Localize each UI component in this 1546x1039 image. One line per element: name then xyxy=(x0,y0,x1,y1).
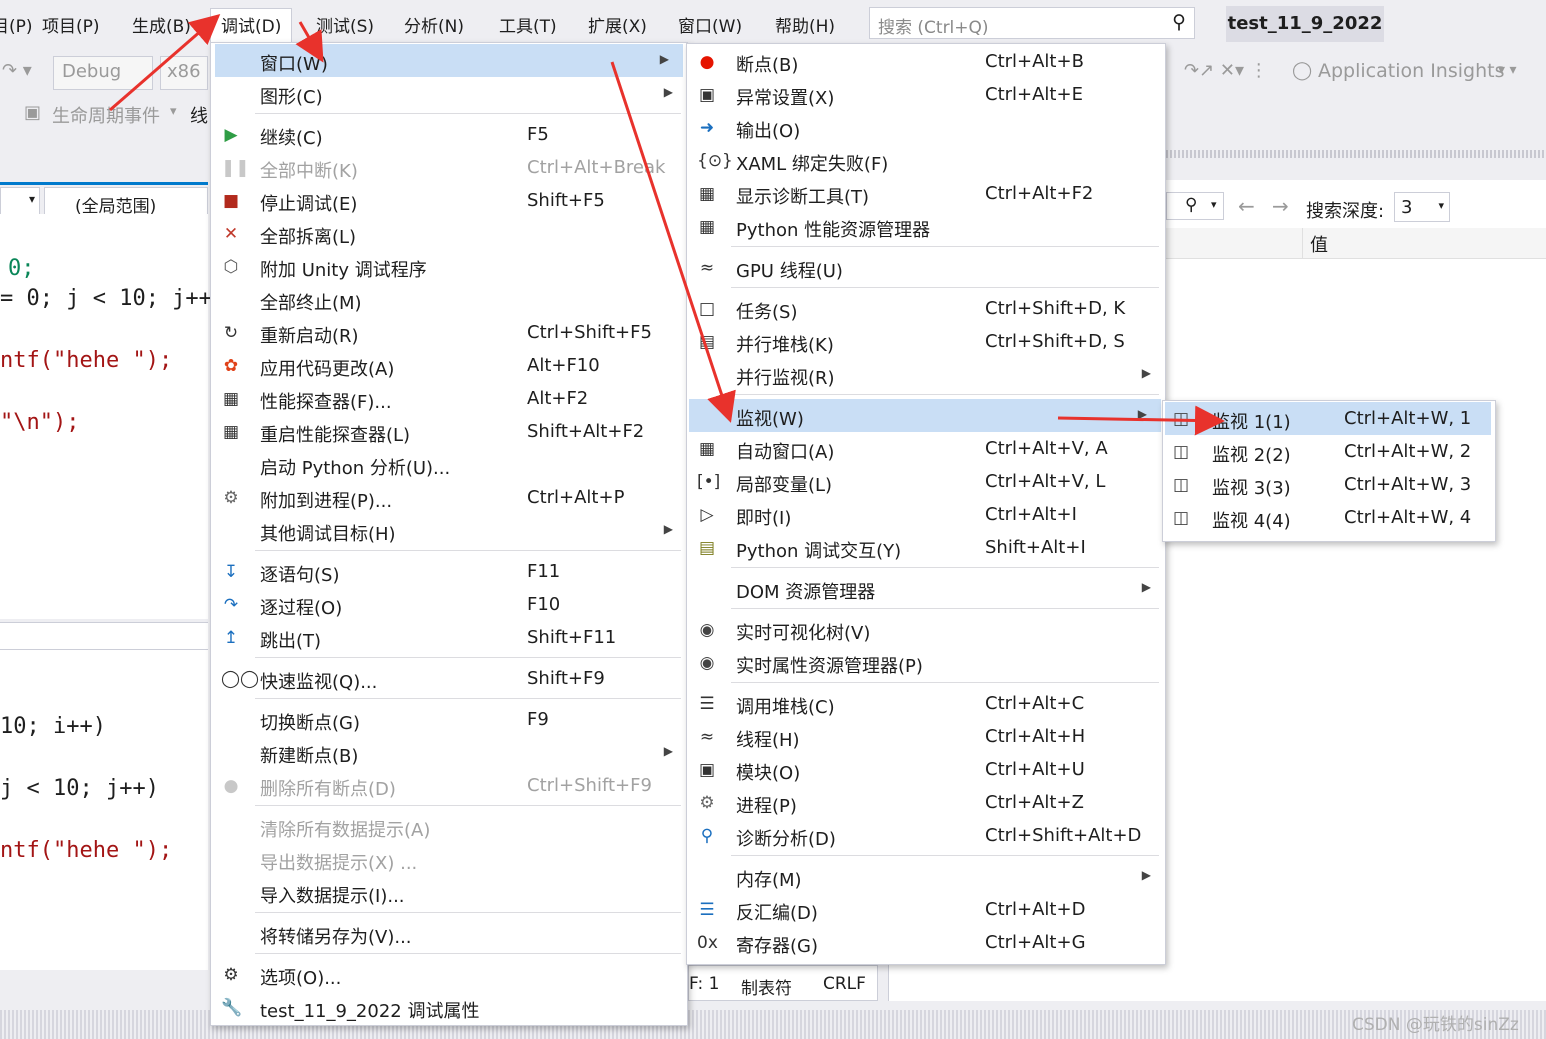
arrow-to-watch1 xyxy=(1057,405,1225,436)
arrow-to-debug-menu xyxy=(109,14,221,112)
annotation-arrows xyxy=(109,14,1225,436)
arrow-to-watch-item xyxy=(610,61,736,423)
arrow-to-window-item xyxy=(295,21,324,63)
